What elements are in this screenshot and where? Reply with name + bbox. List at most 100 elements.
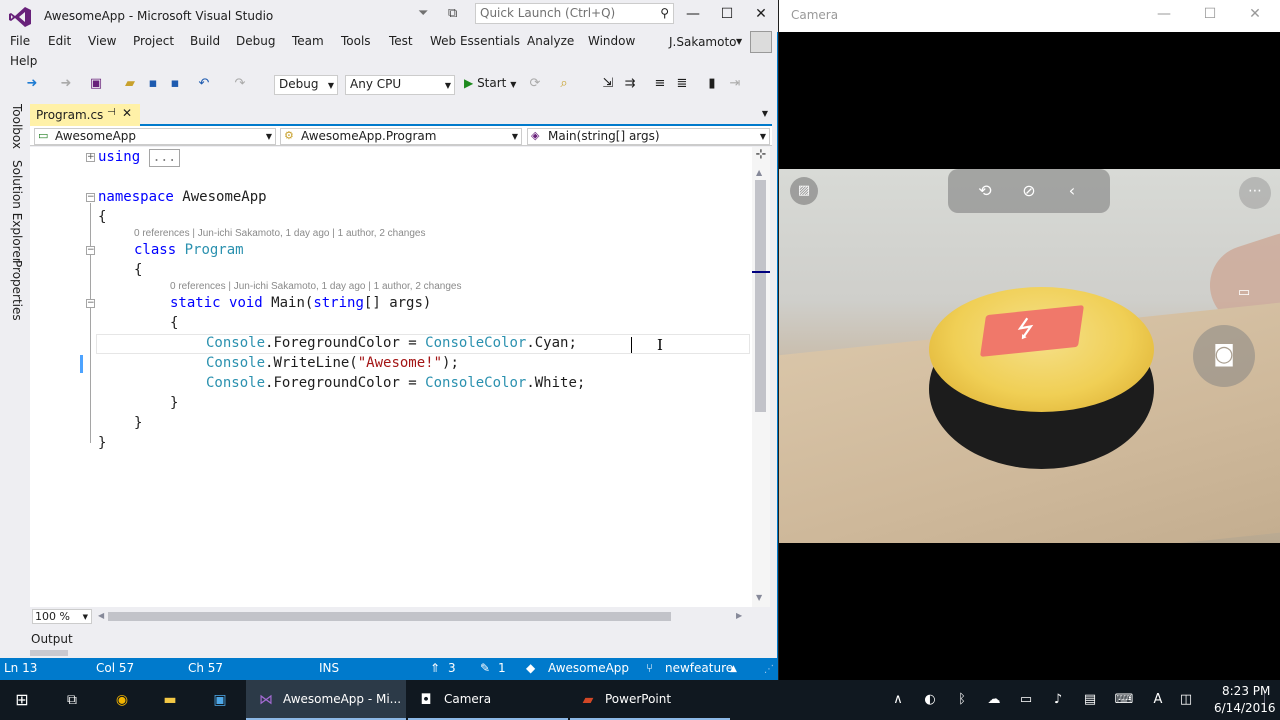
properties-tab[interactable]: Properties [10, 260, 24, 321]
menu-file[interactable]: File [10, 34, 30, 48]
save-icon[interactable]: ▪ [145, 76, 161, 92]
menu-edit[interactable]: Edit [48, 34, 71, 48]
taskbar-camera[interactable]: ◘ Camera [408, 680, 568, 720]
exposure-icon[interactable]: ⊘ [1018, 181, 1040, 201]
repository-name[interactable]: AwesomeApp [548, 661, 629, 675]
tab-overflow-icon[interactable]: ▼ [762, 109, 768, 118]
volume-icon[interactable]: ♪ [1048, 690, 1068, 710]
step-into-icon[interactable]: ⇲ [600, 76, 616, 92]
clock-time[interactable]: 8:23 PM [1222, 684, 1270, 698]
collapse-outline-icon[interactable]: − [86, 299, 95, 308]
switch-camera-icon[interactable]: ⟲ [974, 181, 996, 201]
branch-name[interactable]: newfeature [665, 661, 733, 675]
maximize-button[interactable]: ☐ [712, 4, 742, 24]
navigate-forward-icon[interactable]: ➜ [58, 76, 74, 92]
unpublished-commits-icon[interactable]: ⇑ [430, 661, 440, 675]
open-file-icon[interactable]: ▰ [122, 76, 138, 92]
keyboard-icon[interactable]: ⌨ [1114, 690, 1134, 710]
zoom-select[interactable]: 100 % ▼ [32, 609, 92, 624]
output-tool-tab[interactable]: Output [30, 628, 772, 658]
notifications-filter-icon[interactable]: ⏷ [418, 6, 432, 22]
vs-title-bar[interactable]: AwesomeApp - Microsoft Visual Studio ⏷ ⧉… [0, 0, 778, 32]
feedback-icon[interactable]: ⧉ [448, 6, 466, 22]
toolbox-tab[interactable]: Toolbox [10, 104, 24, 149]
bookmark-icon[interactable]: ▮ [704, 76, 720, 92]
ime-mode-indicator[interactable]: A [1148, 690, 1168, 710]
menu-team[interactable]: Team [292, 34, 324, 48]
save-all-icon[interactable]: ▪ [167, 76, 183, 92]
project-select[interactable]: ▭ AwesomeApp ▼ [34, 128, 276, 145]
chevron-left-icon[interactable]: ‹ [1061, 181, 1083, 201]
scroll-left-icon[interactable]: ◀ [98, 611, 104, 620]
menu-analyze[interactable]: Analyze [527, 34, 574, 48]
pin-icon[interactable]: ⊣ [107, 107, 116, 118]
taskbar-powerpoint[interactable]: ▰ PowerPoint [570, 680, 730, 720]
unpublished-commits-count[interactable]: 3 [448, 661, 456, 675]
scroll-up-icon[interactable]: ▲ [756, 168, 762, 177]
ime-icon[interactable]: ◫ [1176, 690, 1196, 710]
collapsed-region[interactable]: ... [148, 149, 181, 167]
minimize-button[interactable]: — [678, 4, 708, 24]
indent-icon[interactable]: ≣ [674, 76, 690, 92]
vertical-scroll-thumb[interactable] [755, 180, 766, 412]
app-tray-icon[interactable]: ◐ [920, 690, 940, 710]
find-in-files-icon[interactable]: ⌕ [556, 76, 572, 92]
menu-build[interactable]: Build [190, 34, 220, 48]
branch-menu-icon[interactable]: ▲ [730, 664, 737, 674]
navigate-back-icon[interactable]: ➜ [24, 76, 40, 92]
account-avatar[interactable] [750, 31, 772, 53]
new-project-icon[interactable]: ▣ [88, 76, 104, 92]
pending-changes-count[interactable]: 1 [498, 661, 506, 675]
step-over-icon[interactable]: ⇉ [622, 76, 638, 92]
split-window-icon[interactable]: ⊹ [752, 147, 770, 165]
resize-grip-icon[interactable]: ⋰ [764, 664, 774, 675]
onedrive-icon[interactable]: ☁ [984, 690, 1004, 710]
clock-date[interactable]: 6/14/2016 [1214, 701, 1276, 715]
code-editor[interactable]: + − − − using ... namespace AwesomeApp {… [30, 147, 752, 607]
take-photo-button[interactable]: ◙ [1193, 325, 1255, 387]
collapse-outline-icon[interactable]: − [86, 246, 95, 255]
menu-test[interactable]: Test [389, 34, 413, 48]
type-select[interactable]: ⚙ AwesomeApp.Program ▼ [280, 128, 522, 145]
outdent-icon[interactable]: ≡ [652, 76, 668, 92]
redo-icon[interactable]: ↷ [232, 76, 248, 92]
solution-platform-select[interactable]: Any CPU ▼ [345, 75, 455, 95]
file-explorer-icon[interactable]: ▬ [160, 690, 180, 710]
menu-window[interactable]: Window [588, 34, 635, 48]
notifications-icon[interactable]: ▤ [1080, 690, 1100, 710]
close-button[interactable]: ✕ [1240, 6, 1270, 26]
chrome-icon[interactable]: ◉ [112, 690, 132, 710]
solution-configuration-select[interactable]: Debug ▼ [274, 75, 338, 95]
menu-debug[interactable]: Debug [236, 34, 275, 48]
close-button[interactable]: ✕ [746, 4, 776, 24]
menu-tools[interactable]: Tools [341, 34, 371, 48]
codelens-method[interactable]: 0 references | Jun-ichi Sakamoto, 1 day … [170, 281, 461, 292]
codelens-class[interactable]: 0 references | Jun-ichi Sakamoto, 1 day … [134, 228, 425, 239]
branch-icon[interactable]: ⑂ [646, 661, 653, 675]
tab-program-cs[interactable]: Program.cs ⊣ ✕ [30, 104, 140, 126]
menu-help[interactable]: Help [10, 54, 37, 68]
task-view-icon[interactable]: ⧉ [62, 690, 82, 710]
windows-start-icon[interactable]: ⊞ [12, 690, 32, 710]
battery-icon[interactable]: ▭ [1016, 690, 1036, 710]
show-hidden-icons-icon[interactable]: ∧ [888, 690, 908, 710]
member-select[interactable]: ◈ Main(string[] args) ▼ [527, 128, 770, 145]
menu-web-essentials[interactable]: Web Essentials [430, 34, 520, 48]
taskbar-visual-studio[interactable]: ⋈ AwesomeApp - Mi... [246, 680, 406, 720]
horizontal-scroll-thumb[interactable] [108, 612, 671, 621]
photo-gallery-icon[interactable]: ▨ [790, 177, 818, 205]
solution-explorer-tab[interactable]: Solution Explorer [10, 160, 24, 263]
undo-icon[interactable]: ↶ [196, 76, 212, 92]
expand-outline-icon[interactable]: + [86, 153, 95, 162]
minimize-button[interactable]: — [1149, 6, 1179, 26]
menu-project[interactable]: Project [133, 34, 174, 48]
scroll-down-icon[interactable]: ▼ [756, 593, 762, 602]
more-options-icon[interactable]: ⋯ [1239, 177, 1271, 209]
browser-link-icon[interactable]: ⟳ [527, 76, 543, 92]
scroll-right-icon[interactable]: ▶ [736, 611, 742, 620]
output-label[interactable]: Output [31, 632, 73, 646]
bluetooth-icon[interactable]: ᛒ [952, 690, 972, 710]
camera-title-bar[interactable]: Camera — ☐ ✕ [779, 0, 1280, 32]
menu-view[interactable]: View [88, 34, 116, 48]
video-mode-icon[interactable]: ▭ [1233, 285, 1255, 305]
